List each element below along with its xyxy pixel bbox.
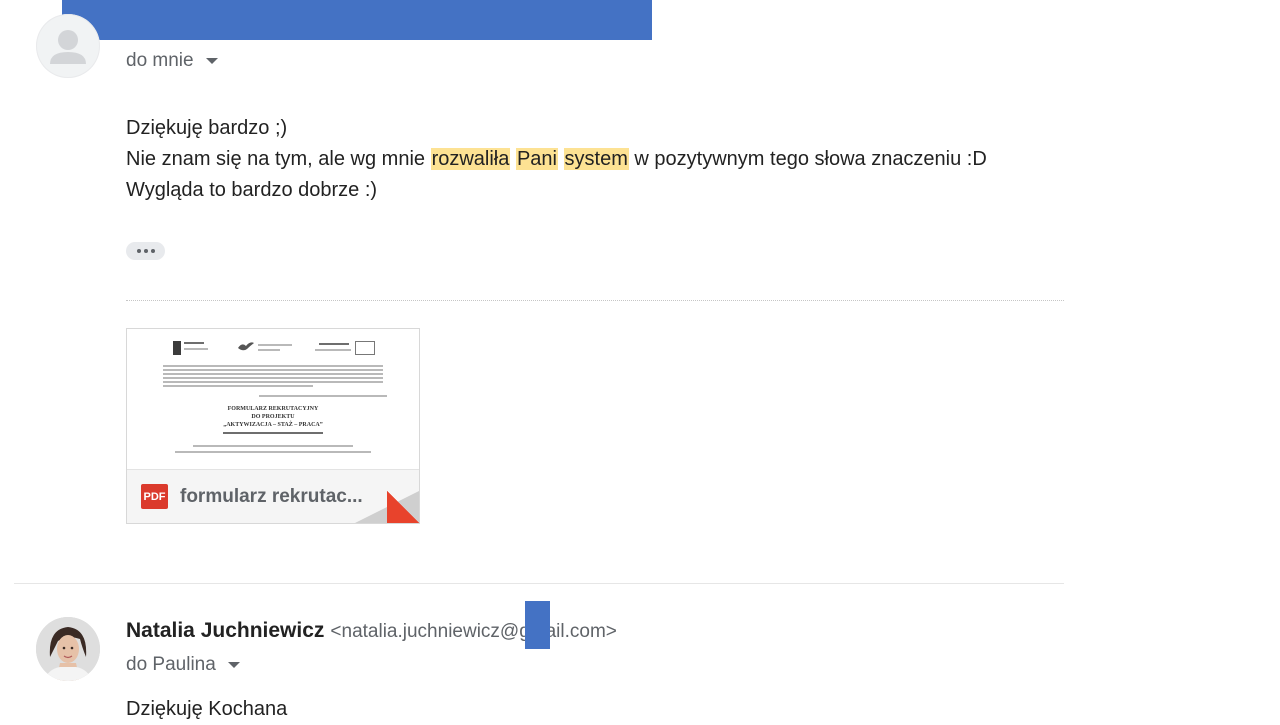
bird-logo-icon bbox=[238, 342, 254, 351]
person-icon bbox=[50, 30, 86, 64]
preview-line bbox=[163, 385, 313, 387]
preview-line bbox=[193, 445, 353, 447]
sender-email: <natalia.juchniewicz@gmail.com> bbox=[330, 621, 617, 642]
message-body: Dziękuję bardzo ;) Nie znam się na tym, … bbox=[126, 113, 987, 206]
dot-icon bbox=[150, 249, 155, 253]
portrait-photo bbox=[36, 617, 100, 681]
attachment-card[interactable]: FORMULARZ REKRUTACYJNY DO PROJEKTU „AKTY… bbox=[126, 328, 420, 524]
recipient-label: do Paulina bbox=[126, 654, 216, 675]
preview-line bbox=[315, 349, 351, 351]
recipient-dropdown[interactable]: do mnie bbox=[126, 50, 218, 72]
preview-title: DO PROJEKTU bbox=[251, 414, 295, 420]
search-highlight: Pani bbox=[515, 148, 558, 170]
preview-line bbox=[184, 348, 208, 350]
body-text-segment: Nie znam się na tym, ale wg mnie bbox=[126, 148, 431, 170]
preview-title: „AKTYWIZACJA – STAŻ – PRACA” bbox=[223, 422, 323, 428]
message-body: Dziękuję Kochana bbox=[126, 694, 287, 725]
message-divider bbox=[14, 583, 1064, 584]
redacted-email-part bbox=[525, 601, 550, 649]
show-trimmed-content-button[interactable] bbox=[126, 242, 165, 260]
sender-avatar[interactable] bbox=[36, 617, 100, 681]
attachments-divider bbox=[126, 300, 1064, 301]
page-curl-red-icon bbox=[387, 491, 419, 523]
search-highlight: rozwaliła bbox=[430, 148, 511, 170]
body-line: Dziękuję Kochana bbox=[126, 698, 288, 720]
search-highlight: system bbox=[563, 148, 629, 170]
preview-line bbox=[163, 365, 383, 367]
body-text-segment: w pozytywnym tego słowa znaczeniu :D bbox=[628, 148, 987, 170]
preview-line bbox=[163, 381, 383, 383]
preview-line bbox=[259, 395, 387, 397]
preview-line bbox=[163, 373, 383, 375]
eu-flag-icon bbox=[355, 341, 375, 355]
preview-logo bbox=[173, 341, 181, 355]
pdf-icon: PDF bbox=[141, 484, 168, 509]
preview-line bbox=[184, 342, 204, 344]
attachment-name: formularz rekrutac... bbox=[180, 485, 363, 507]
preview-line bbox=[163, 377, 383, 379]
preview-line bbox=[258, 344, 292, 346]
body-line: Wygląda to bardzo dobrze :) bbox=[126, 179, 378, 201]
body-line: Dziękuję bardzo ;) bbox=[126, 117, 288, 139]
recipient-label: do mnie bbox=[126, 50, 194, 71]
dot-icon bbox=[143, 249, 148, 253]
preview-line bbox=[223, 432, 323, 434]
preview-line bbox=[175, 451, 371, 453]
preview-line bbox=[258, 349, 280, 351]
redacted-sender-block bbox=[62, 0, 652, 40]
preview-line bbox=[319, 343, 349, 345]
preview-title: FORMULARZ REKRUTACYJNY bbox=[227, 406, 319, 412]
dot-icon bbox=[136, 249, 141, 253]
preview-line bbox=[163, 369, 383, 371]
default-avatar[interactable] bbox=[36, 14, 100, 78]
chevron-down-icon bbox=[227, 662, 240, 668]
chevron-down-icon bbox=[205, 58, 218, 64]
sender-name[interactable]: Natalia Juchniewicz bbox=[126, 619, 324, 642]
body-line: Nie znam się na tym, ale wg mnie rozwali… bbox=[126, 144, 987, 175]
recipient-dropdown[interactable]: do Paulina bbox=[126, 654, 240, 676]
attachment-preview: FORMULARZ REKRUTACYJNY DO PROJEKTU „AKTY… bbox=[127, 329, 419, 470]
